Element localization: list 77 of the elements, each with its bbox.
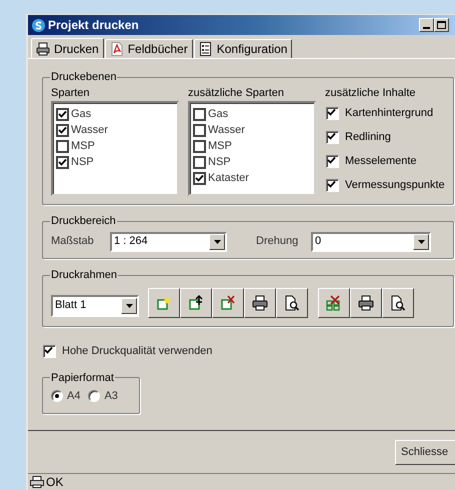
tab[interactable]: Feldbücher — [104, 39, 193, 58]
maximize-button[interactable] — [434, 18, 449, 32]
print-button[interactable] — [244, 288, 276, 318]
checkbox[interactable] — [193, 156, 206, 168]
page-arrows-icon — [188, 294, 204, 310]
checkbox-label: Redlining — [345, 130, 391, 146]
checkbox[interactable] — [193, 108, 206, 120]
checkbox-label: Kataster — [208, 170, 249, 186]
checkbox[interactable] — [193, 140, 206, 152]
tab[interactable]: Konfiguration — [194, 39, 292, 58]
new-page-icon — [156, 294, 172, 310]
list-document-icon — [198, 42, 213, 56]
printer-icon — [358, 294, 374, 310]
checkbox-label: NSP — [71, 154, 94, 170]
page-cross-icon — [220, 294, 236, 310]
checkbox[interactable] — [56, 108, 69, 120]
column-label: zusätzliche Inhalte — [325, 86, 416, 100]
radio-label: A3 — [104, 389, 118, 404]
printer-icon — [36, 42, 50, 56]
checkbox-label: Gas — [208, 106, 228, 122]
move-frame-button[interactable] — [180, 288, 212, 318]
checkbox[interactable] — [193, 172, 206, 184]
checkbox-label: Messelemente — [345, 154, 417, 170]
radio-button[interactable] — [51, 390, 63, 402]
printer-icon — [252, 294, 268, 310]
combo-box[interactable]: 1 : 264 — [110, 232, 227, 252]
print-preview-icon — [284, 294, 300, 310]
checkbox[interactable] — [56, 156, 69, 168]
checkbox[interactable] — [56, 140, 69, 152]
new-frame-button[interactable] — [148, 288, 180, 318]
checkbox[interactable] — [326, 155, 339, 168]
group-title: Papierformat — [50, 370, 115, 386]
delete-all-button[interactable] — [318, 288, 350, 318]
checkbox-label: MSP — [208, 138, 232, 154]
minimize-icon — [423, 27, 430, 29]
radio-button[interactable] — [88, 390, 100, 402]
close-button[interactable]: Schliesse — [395, 440, 455, 464]
checkbox[interactable] — [56, 124, 69, 136]
checkbox[interactable] — [326, 131, 339, 144]
dropdown-arrow-icon — [126, 304, 132, 308]
grid-cross-icon — [326, 294, 342, 310]
checkbox-label: Wasser — [208, 122, 245, 138]
dropdown-arrow-icon — [214, 240, 220, 244]
app-logo-icon — [32, 18, 45, 32]
checkbox[interactable] — [193, 124, 206, 136]
field-label: Maßstab — [51, 234, 95, 250]
checkbox-label: Wasser — [71, 122, 108, 138]
dropdown-arrow-icon — [418, 240, 424, 244]
combo-box[interactable]: Blatt 1 — [51, 294, 139, 316]
checkbox-label: Kartenhintergrund — [345, 106, 434, 122]
tab[interactable]: Drucken — [31, 38, 104, 59]
window-title: Projekt drucken — [48, 17, 139, 34]
maximize-icon — [437, 21, 446, 29]
column-label: Sparten — [51, 86, 91, 100]
delete-frame-button[interactable] — [212, 288, 244, 318]
checkbox-label: MSP — [71, 138, 95, 154]
group-title: Druckrahmen — [50, 268, 118, 283]
checkbox-label: Gas — [71, 106, 92, 122]
print-all-button[interactable] — [350, 288, 382, 318]
minimize-button[interactable] — [419, 18, 434, 32]
status-text: OK — [46, 474, 64, 490]
checkbox-label: Vermessungspunkte — [345, 178, 445, 194]
column-label: zusätzliche Sparten — [188, 86, 285, 100]
checkbox-label: NSP — [208, 154, 231, 170]
preview-button[interactable] — [276, 288, 308, 318]
print-preview-icon — [390, 294, 406, 310]
checkbox[interactable] — [326, 107, 339, 120]
checkbox[interactable] — [43, 344, 56, 358]
checkbox-label: Hohe Druckqualität verwenden — [62, 344, 212, 359]
preview-all-button[interactable] — [382, 288, 414, 318]
field-label: Drehung — [256, 234, 300, 250]
group-title: Druckbereich — [50, 214, 117, 229]
group-title: Druckebenen — [50, 70, 118, 85]
radio-label: A4 — [67, 389, 80, 404]
combo-box[interactable]: 0 — [311, 232, 431, 252]
checkbox[interactable] — [326, 179, 339, 192]
pdf-document-icon — [110, 42, 124, 56]
